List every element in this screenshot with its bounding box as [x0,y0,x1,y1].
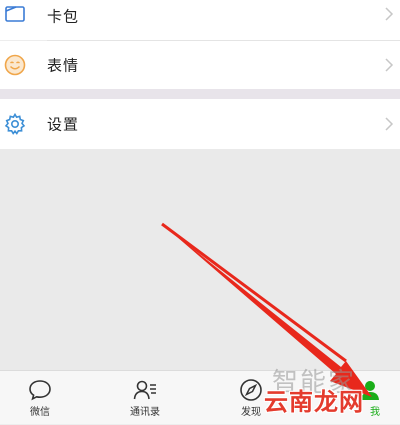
menu-item-label: 卡包 [47,7,80,26]
chevron-right-icon [385,117,394,131]
gear-icon [4,112,26,135]
contacts-icon [133,380,156,400]
tab-contacts[interactable]: 通讯录 [105,371,185,425]
chat-bubble-icon [29,380,51,401]
chevron-right-icon [385,7,394,21]
tab-label: 微信 [30,407,50,418]
card-wallet-icon [5,6,25,22]
tab-chats[interactable]: 微信 [0,371,80,425]
empty-area [0,149,400,370]
watermark-logo: 云南龙网 [264,388,364,416]
tab-label: 通讯录 [130,407,160,418]
menu-item-card-wallet[interactable]: 卡包 [0,0,400,40]
compass-icon [240,379,262,401]
menu-item-settings[interactable]: 设置 [0,99,400,149]
section-separator [0,89,400,99]
chevron-right-icon [385,58,394,72]
menu-item-label: 表情 [47,56,80,75]
menu-item-label: 设置 [47,115,80,134]
me-screen: 卡包 表情 设置 微信 通讯录 发现 我 智能家 云南龙网 [0,0,400,424]
menu-item-stickers[interactable]: 表情 [0,41,400,89]
smiley-icon [4,54,26,76]
